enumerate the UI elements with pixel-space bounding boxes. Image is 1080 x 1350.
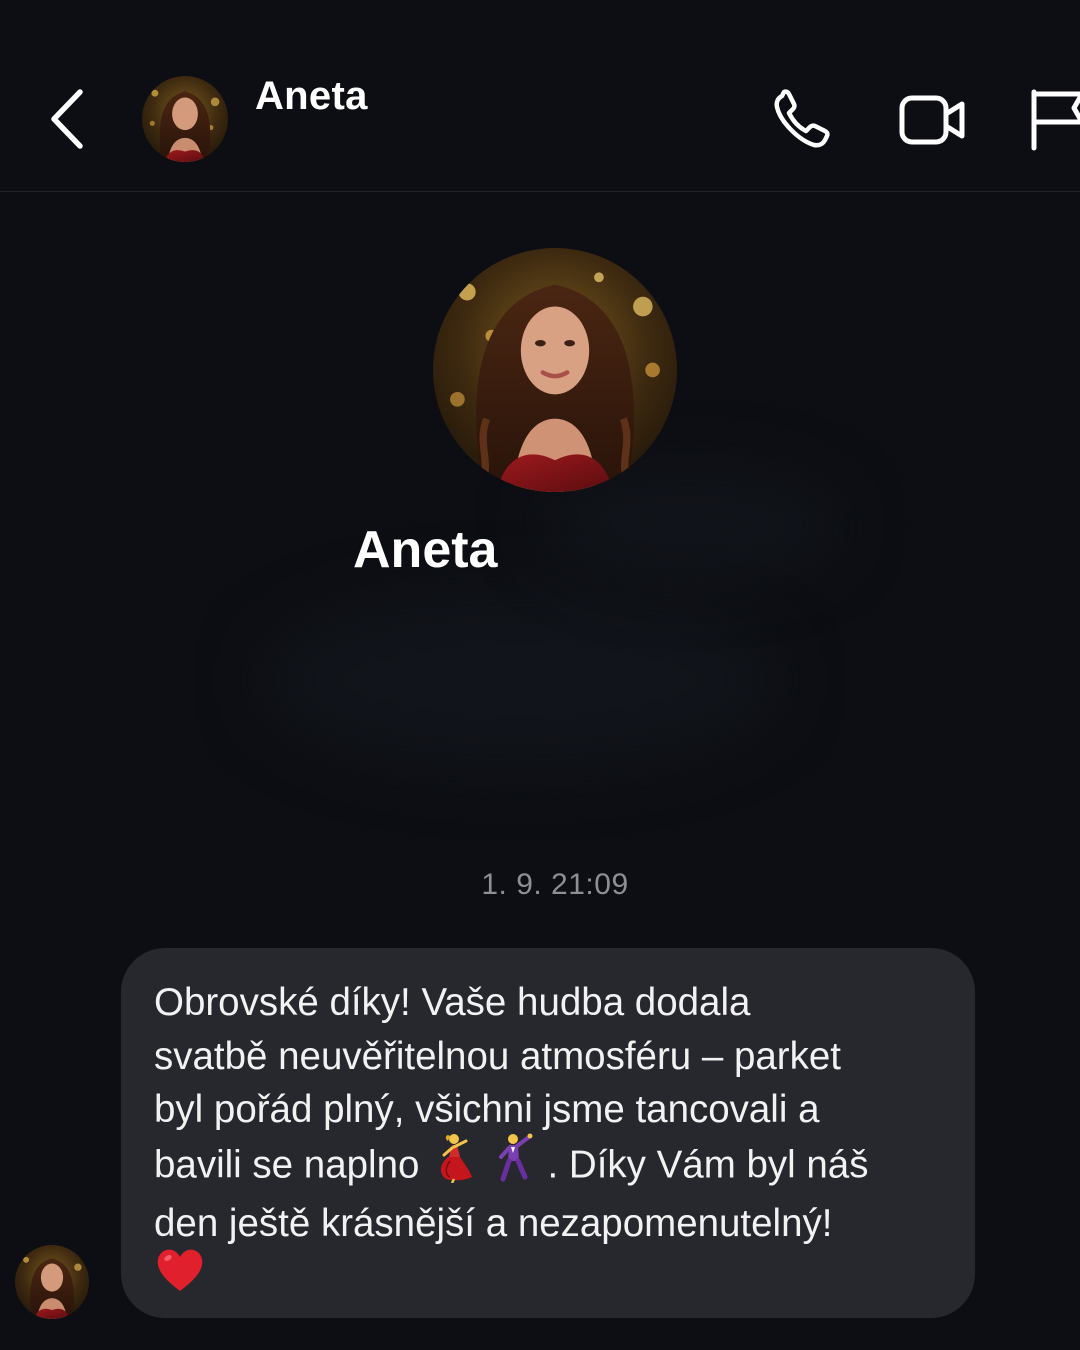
report-flag-button[interactable]	[1026, 86, 1080, 152]
phone-icon	[774, 89, 830, 148]
message-bubble[interactable]: Obrovské díky! Vaše hudba dodala svatbě …	[121, 948, 975, 1318]
profile-name: Aneta	[353, 521, 498, 579]
dancing-man-icon	[491, 1131, 537, 1198]
back-button[interactable]	[40, 84, 100, 154]
message-line: Obrovské díky! Vaše hudba dodala	[154, 981, 751, 1024]
chevron-left-icon	[51, 89, 83, 149]
message-text: Obrovské díky! Vaše hudba dodala svatbě …	[154, 976, 945, 1309]
message-line: den ještě krásnější a nezapomenutelný!	[154, 1202, 833, 1245]
video-call-button[interactable]	[896, 90, 968, 150]
flag-icon	[1031, 89, 1080, 151]
message-line: bavili se naplno	[154, 1142, 420, 1186]
message-timestamp: 1. 9. 21:09	[481, 868, 629, 901]
chat-header: Aneta	[0, 0, 1080, 192]
message-line: . Díky Vám byl náš	[547, 1142, 869, 1186]
video-camera-icon	[899, 95, 965, 145]
red-heart-icon	[154, 1245, 206, 1310]
avatar-photo	[142, 76, 228, 162]
avatar-photo	[15, 1245, 89, 1319]
avatar[interactable]	[142, 76, 228, 162]
message-line: svatbě neuvěřitelnou atmosféru – parket	[154, 1034, 841, 1078]
profile-avatar[interactable]	[433, 248, 677, 492]
message-sender-avatar[interactable]	[15, 1245, 89, 1319]
message-line: byl pořád plný, všichni jsme tancovali a	[154, 1088, 820, 1131]
avatar-photo	[433, 248, 677, 492]
dancing-woman-icon	[430, 1131, 480, 1198]
background-blur	[260, 590, 780, 770]
audio-call-button[interactable]	[770, 88, 838, 152]
contact-name[interactable]: Aneta	[255, 74, 368, 119]
